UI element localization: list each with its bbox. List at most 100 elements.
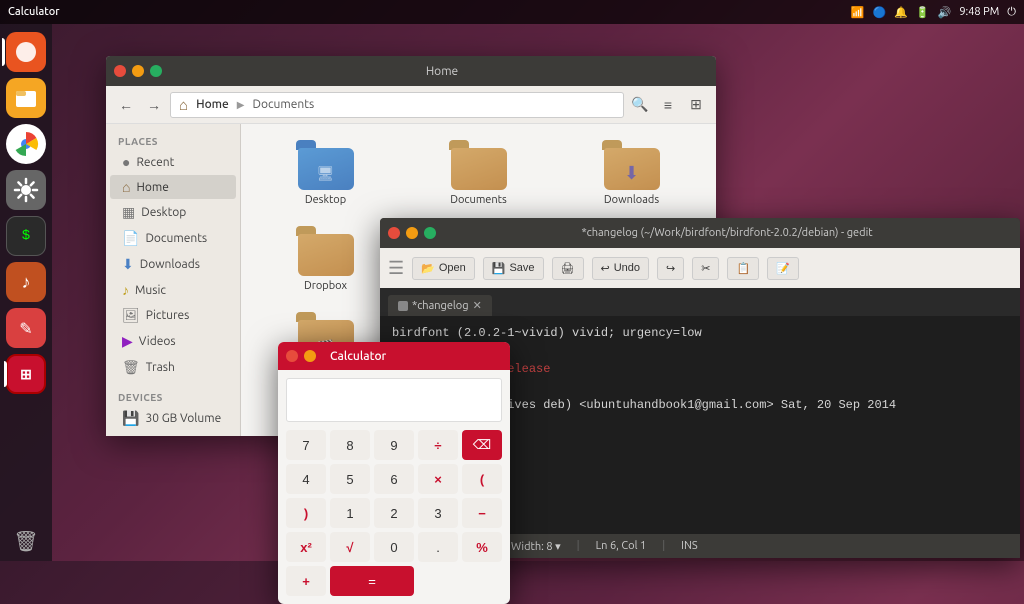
volume-sidebar-icon: 💾 bbox=[122, 410, 139, 427]
calc-btn-backspace[interactable]: ⌫ bbox=[462, 430, 502, 460]
fm-close-button[interactable] bbox=[114, 65, 126, 77]
bluetooth-icon[interactable]: 🔵 bbox=[873, 6, 887, 19]
folder-documents[interactable]: Documents bbox=[410, 140, 547, 206]
calc-btn-7[interactable]: 7 bbox=[286, 430, 326, 460]
folder-downloads-label: Downloads bbox=[604, 194, 659, 206]
files-launcher-icon[interactable] bbox=[6, 78, 46, 118]
settings-launcher-icon[interactable] bbox=[6, 170, 46, 210]
fm-minimize-button[interactable] bbox=[132, 65, 144, 77]
recent-icon: ● bbox=[122, 154, 130, 170]
chrome-launcher-icon[interactable] bbox=[6, 124, 46, 164]
folder-desktop[interactable]: 🖥 Desktop bbox=[257, 140, 394, 206]
sidebar-item-trash[interactable]: 🗑 Trash bbox=[110, 355, 236, 380]
calc-btn-4[interactable]: 4 bbox=[286, 464, 326, 494]
sidebar-item-pictures[interactable]: 🖼 Pictures bbox=[110, 303, 236, 328]
calc-btn-dot[interactable]: . bbox=[418, 532, 458, 562]
gedit-toolbar: ☰ 📂 Open 💾 Save 🖨 ↩ Undo ↪ ✂ 📋 📝 bbox=[380, 248, 1020, 288]
battery-icon[interactable]: 🔋 bbox=[916, 6, 930, 19]
fm-title: Home bbox=[176, 65, 708, 78]
calc-btn-minus[interactable]: − bbox=[462, 498, 502, 528]
fm-back-button[interactable]: ← bbox=[114, 93, 138, 117]
sidebar-pictures-label: Pictures bbox=[146, 309, 190, 322]
calc-btn-9[interactable]: 9 bbox=[374, 430, 414, 460]
fm-search-button[interactable]: 🔍 bbox=[628, 93, 652, 117]
gedit-redo-button[interactable]: ↪ bbox=[657, 257, 684, 280]
calc-btn-percent[interactable]: % bbox=[462, 532, 502, 562]
terminal-launcher-icon[interactable]: $ bbox=[6, 216, 46, 256]
sidebar-item-videos[interactable]: ▶ Videos bbox=[110, 329, 236, 354]
redo-icon: ↪ bbox=[666, 262, 675, 275]
cut-icon: ✂ bbox=[701, 262, 710, 275]
calc-btn-rparen[interactable]: ) bbox=[286, 498, 326, 528]
clock: 9:48 PM bbox=[959, 6, 999, 18]
network-icon[interactable]: 📶 bbox=[851, 6, 865, 19]
calc-launcher-icon[interactable]: ⊞ bbox=[6, 354, 46, 394]
fm-grid-view-button[interactable]: ⊞ bbox=[684, 93, 708, 117]
ubuntu-dash-icon[interactable] bbox=[6, 32, 46, 72]
calc-btn-6[interactable]: 6 bbox=[374, 464, 414, 494]
file-manager-titlebar: Home bbox=[106, 56, 716, 86]
calc-titlebar: Calculator bbox=[278, 342, 510, 370]
gedit-tab-changelog[interactable]: *changelog ✕ bbox=[388, 295, 492, 316]
rhythmbox-launcher-icon[interactable]: ♪ bbox=[6, 262, 46, 302]
sidebar-home-label: Home bbox=[136, 181, 168, 194]
sidebar-documents-label: Documents bbox=[145, 232, 207, 245]
gedit-open-button[interactable]: 📂 Open bbox=[412, 257, 475, 280]
gedit-save-button[interactable]: 💾 Save bbox=[483, 257, 544, 280]
calc-close-button[interactable] bbox=[286, 350, 298, 362]
calc-btn-2[interactable]: 2 bbox=[374, 498, 414, 528]
calc-btn-3[interactable]: 3 bbox=[418, 498, 458, 528]
gedit-minimize-button[interactable] bbox=[406, 227, 418, 239]
calc-btn-1[interactable]: 1 bbox=[330, 498, 370, 528]
tab-label: *changelog bbox=[412, 300, 469, 312]
sidebar-30gb-label: 30 GB Volume bbox=[145, 412, 221, 425]
gedit-copy-button[interactable]: 📋 bbox=[727, 257, 759, 280]
fm-forward-button[interactable]: → bbox=[142, 93, 166, 117]
calc-minimize-button[interactable] bbox=[304, 350, 316, 362]
paste-icon: 📝 bbox=[776, 262, 790, 275]
gedit-paste-button[interactable]: 📝 bbox=[767, 257, 799, 280]
gedit-maximize-button[interactable] bbox=[424, 227, 436, 239]
calc-btn-multiply[interactable]: × bbox=[418, 464, 458, 494]
calc-btn-plus[interactable]: + bbox=[286, 566, 326, 596]
gedit-menu-icon: ☰ bbox=[388, 258, 404, 279]
sidebar-videos-label: Videos bbox=[139, 335, 176, 348]
calc-buttons: 7 8 9 ÷ ⌫ 4 5 6 × ( ) 1 2 3 − x² √ 0 . %… bbox=[278, 426, 510, 604]
sidebar-item-30gb[interactable]: 💾 30 GB Volume bbox=[110, 406, 236, 431]
gedit-close-button[interactable] bbox=[388, 227, 400, 239]
volume-icon[interactable]: 🔊 bbox=[938, 6, 952, 19]
gedit-launcher-icon[interactable]: ✎ bbox=[6, 308, 46, 348]
calc-btn-0[interactable]: 0 bbox=[374, 532, 414, 562]
videos-icon: ▶ bbox=[122, 333, 133, 350]
sidebar-item-home[interactable]: ⌂ Home bbox=[110, 175, 236, 199]
fm-location-bar[interactable]: ⌂ Home ▶ Documents bbox=[170, 92, 624, 118]
sidebar-item-documents[interactable]: 📄 Documents bbox=[110, 226, 236, 251]
open-label: Open bbox=[439, 262, 466, 274]
gedit-status-sep2: | bbox=[577, 540, 580, 552]
fm-list-view-button[interactable]: ≡ bbox=[656, 93, 680, 117]
power-icon[interactable]: ⏻ bbox=[1007, 6, 1016, 19]
gedit-titlebar: *changelog (~/Work/birdfont/birdfont-2.0… bbox=[380, 218, 1020, 248]
sidebar-desktop-label: Desktop bbox=[141, 206, 186, 219]
folder-dropbox[interactable]: Dropbox bbox=[257, 226, 394, 292]
sidebar-item-downloads[interactable]: ⬇ Downloads bbox=[110, 252, 236, 277]
calc-btn-8[interactable]: 8 bbox=[330, 430, 370, 460]
calc-btn-divide[interactable]: ÷ bbox=[418, 430, 458, 460]
sidebar-item-music[interactable]: ♪ Music bbox=[110, 278, 236, 302]
folder-downloads[interactable]: ⬇ Downloads bbox=[563, 140, 700, 206]
calc-btn-equals[interactable]: = bbox=[330, 566, 414, 596]
save-label: Save bbox=[509, 262, 534, 274]
gedit-undo-button[interactable]: ↩ Undo bbox=[592, 257, 650, 280]
sidebar-item-desktop[interactable]: ▦ Desktop bbox=[110, 200, 236, 225]
notification-icon[interactable]: 🔔 bbox=[894, 6, 908, 19]
sidebar-item-recent[interactable]: ● Recent bbox=[110, 150, 236, 174]
sidebar-trash-label: Trash bbox=[146, 361, 175, 374]
calc-btn-sqrt[interactable]: √ bbox=[330, 532, 370, 562]
gedit-print-button[interactable]: 🖨 bbox=[552, 257, 584, 280]
gedit-cut-button[interactable]: ✂ bbox=[692, 257, 719, 280]
fm-maximize-button[interactable] bbox=[150, 65, 162, 77]
calc-btn-5[interactable]: 5 bbox=[330, 464, 370, 494]
calc-btn-lparen[interactable]: ( bbox=[462, 464, 502, 494]
calc-btn-square[interactable]: x² bbox=[286, 532, 326, 562]
trash-launcher-icon[interactable]: 🗑 bbox=[6, 521, 46, 561]
